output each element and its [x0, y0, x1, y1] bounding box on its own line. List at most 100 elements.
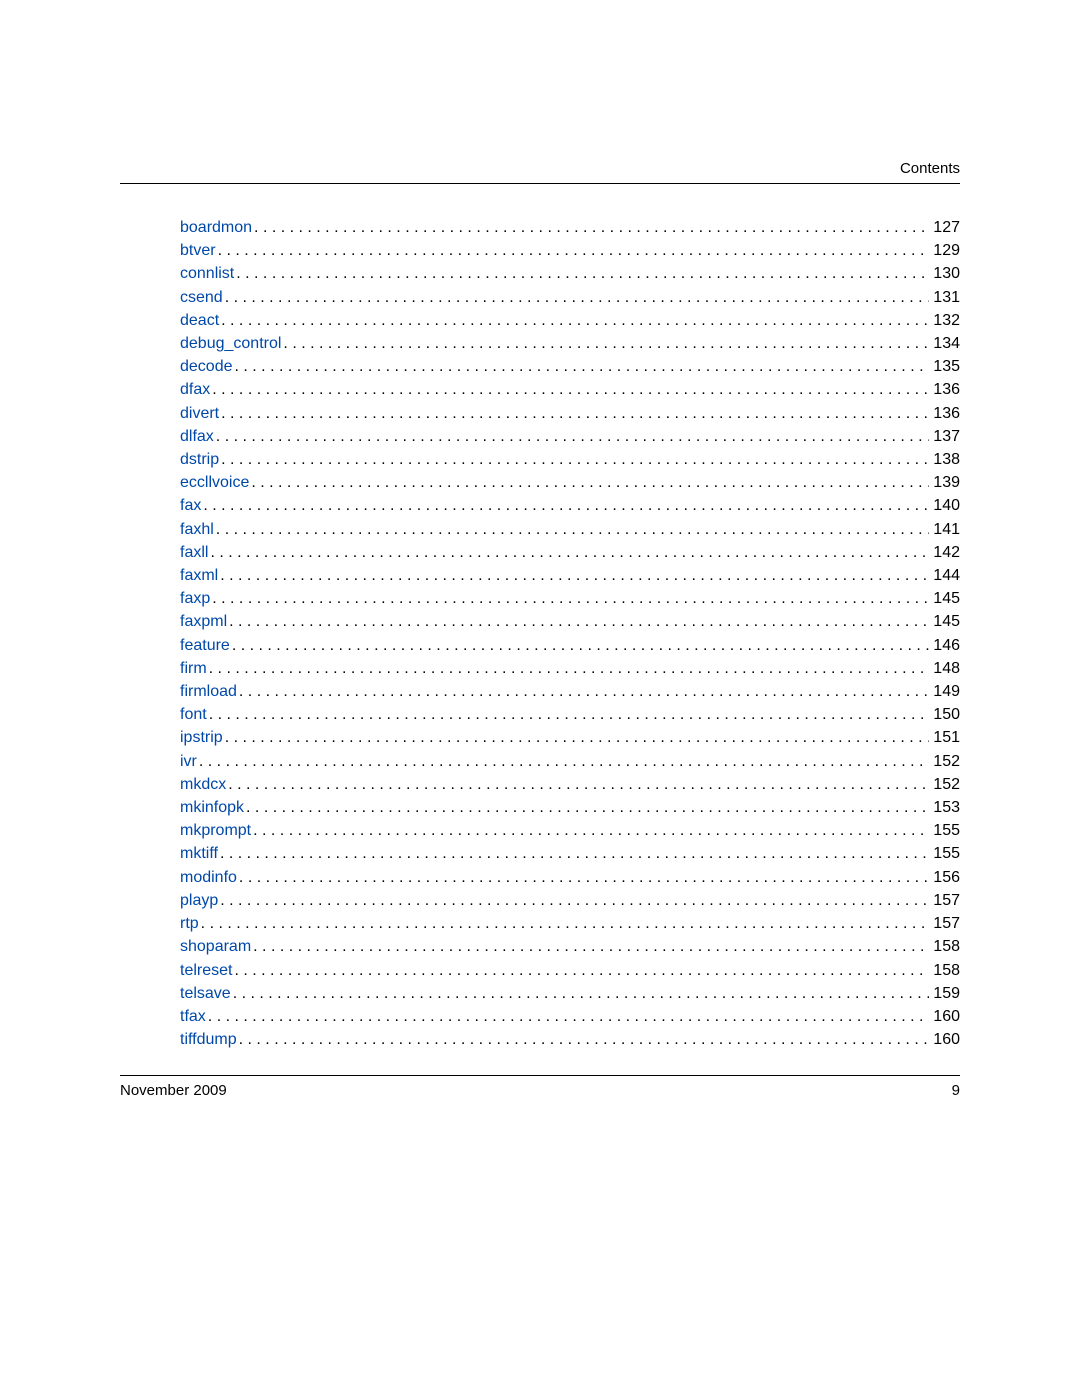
toc-entry-link[interactable]: mkprompt: [180, 819, 251, 842]
toc-entry: shoparam 158: [180, 935, 960, 958]
toc-leader-dots: [281, 332, 929, 355]
table-of-contents: boardmon127btver129connlist130csend131de…: [120, 216, 960, 1051]
toc-entry: mktiff155: [180, 842, 960, 865]
toc-leader-dots: [223, 286, 930, 309]
toc-leader-dots: [208, 541, 929, 564]
toc-entry: modinfo 156: [180, 866, 960, 889]
toc-entry: feature 146: [180, 634, 960, 657]
toc-entry-link[interactable]: dlfax: [180, 425, 214, 448]
toc-entry-page: 149: [929, 680, 960, 703]
toc-entry: faxp145: [180, 587, 960, 610]
toc-entry: faxml144: [180, 564, 960, 587]
toc-entry-page: 142: [929, 541, 960, 564]
toc-entry: deact 132: [180, 309, 960, 332]
toc-entry-link[interactable]: faxll: [180, 541, 208, 564]
toc-leader-dots: [230, 634, 929, 657]
toc-entry-link[interactable]: boardmon: [180, 216, 252, 239]
toc-entry-page: 157: [929, 889, 960, 912]
toc-entry-link[interactable]: connlist: [180, 262, 234, 285]
toc-entry-link[interactable]: faxpml: [180, 610, 227, 633]
toc-entry-page: 132: [929, 309, 960, 332]
toc-leader-dots: [227, 610, 929, 633]
toc-entry-link[interactable]: debug_control: [180, 332, 281, 355]
toc-entry-link[interactable]: fax: [180, 494, 201, 517]
toc-entry-page: 158: [929, 935, 960, 958]
toc-leader-dots: [218, 889, 929, 912]
toc-entry-link[interactable]: telreset: [180, 959, 232, 982]
toc-entry-link[interactable]: btver: [180, 239, 216, 262]
toc-entry-link[interactable]: firmload: [180, 680, 237, 703]
toc-entry-link[interactable]: decode: [180, 355, 233, 378]
toc-entry-page: 136: [929, 402, 960, 425]
toc-entry-link[interactable]: modinfo: [180, 866, 237, 889]
toc-entry: mkinfopk 153: [180, 796, 960, 819]
toc-leader-dots: [207, 703, 930, 726]
toc-entry-page: 146: [929, 634, 960, 657]
toc-entry-link[interactable]: csend: [180, 286, 223, 309]
toc-entry-link[interactable]: dstrip: [180, 448, 219, 471]
toc-leader-dots: [249, 471, 929, 494]
toc-leader-dots: [219, 402, 929, 425]
toc-entry: dfax 136: [180, 378, 960, 401]
toc-leader-dots: [197, 750, 929, 773]
toc-entry-link[interactable]: firm: [180, 657, 207, 680]
toc-entry-page: 152: [929, 773, 960, 796]
toc-entry: debug_control 134: [180, 332, 960, 355]
toc-entry-page: 140: [929, 494, 960, 517]
toc-entry: dstrip138: [180, 448, 960, 471]
toc-entry-page: 160: [929, 1028, 960, 1051]
toc-entry-page: 150: [929, 703, 960, 726]
toc-entry-page: 156: [929, 866, 960, 889]
toc-entry-link[interactable]: ivr: [180, 750, 197, 773]
toc-entry: telsave159: [180, 982, 960, 1005]
toc-entry-link[interactable]: dfax: [180, 378, 210, 401]
toc-entry-link[interactable]: feature: [180, 634, 230, 657]
toc-leader-dots: [252, 216, 929, 239]
toc-entry-page: 136: [929, 378, 960, 401]
toc-entry-page: 153: [929, 796, 960, 819]
toc-entry-page: 145: [929, 610, 960, 633]
toc-leader-dots: [237, 866, 929, 889]
toc-entry-link[interactable]: playp: [180, 889, 218, 912]
toc-entry: playp 157: [180, 889, 960, 912]
toc-leader-dots: [232, 959, 929, 982]
toc-leader-dots: [251, 819, 929, 842]
document-page: Contents boardmon127btver129connlist130c…: [0, 0, 1080, 1397]
toc-entry-page: 160: [929, 1005, 960, 1028]
toc-entry: rtp157: [180, 912, 960, 935]
toc-entry-page: 130: [929, 262, 960, 285]
toc-entry: faxpml 145: [180, 610, 960, 633]
toc-entry-link[interactable]: faxml: [180, 564, 218, 587]
toc-entry: fax 140: [180, 494, 960, 517]
toc-entry: firm148: [180, 657, 960, 680]
toc-entry-link[interactable]: ipstrip: [180, 726, 223, 749]
toc-entry: divert 136: [180, 402, 960, 425]
toc-entry-link[interactable]: font: [180, 703, 207, 726]
toc-entry-link[interactable]: telsave: [180, 982, 231, 1005]
toc-entry-link[interactable]: mktiff: [180, 842, 218, 865]
toc-entry-link[interactable]: tfax: [180, 1005, 206, 1028]
toc-entry: decode 135: [180, 355, 960, 378]
toc-entry-link[interactable]: faxhl: [180, 518, 214, 541]
toc-leader-dots: [201, 494, 929, 517]
toc-entry-link[interactable]: deact: [180, 309, 219, 332]
toc-entry-page: 135: [929, 355, 960, 378]
toc-entry: tfax 160: [180, 1005, 960, 1028]
toc-entry-page: 139: [929, 471, 960, 494]
toc-entry-link[interactable]: divert: [180, 402, 219, 425]
toc-leader-dots: [234, 262, 929, 285]
toc-entry: ivr152: [180, 750, 960, 773]
toc-entry-link[interactable]: mkinfopk: [180, 796, 244, 819]
toc-entry-link[interactable]: eccllvoice: [180, 471, 249, 494]
toc-leader-dots: [207, 657, 930, 680]
toc-entry-link[interactable]: shoparam: [180, 935, 251, 958]
toc-entry-link[interactable]: mkdcx: [180, 773, 226, 796]
toc-leader-dots: [216, 239, 930, 262]
toc-entry-page: 141: [929, 518, 960, 541]
toc-entry-link[interactable]: rtp: [180, 912, 199, 935]
toc-entry-link[interactable]: faxp: [180, 587, 210, 610]
footer-date: November 2009: [120, 1082, 227, 1099]
toc-entry-page: 134: [929, 332, 960, 355]
toc-entry-link[interactable]: tiffdump: [180, 1028, 237, 1051]
toc-entry: dlfax137: [180, 425, 960, 448]
